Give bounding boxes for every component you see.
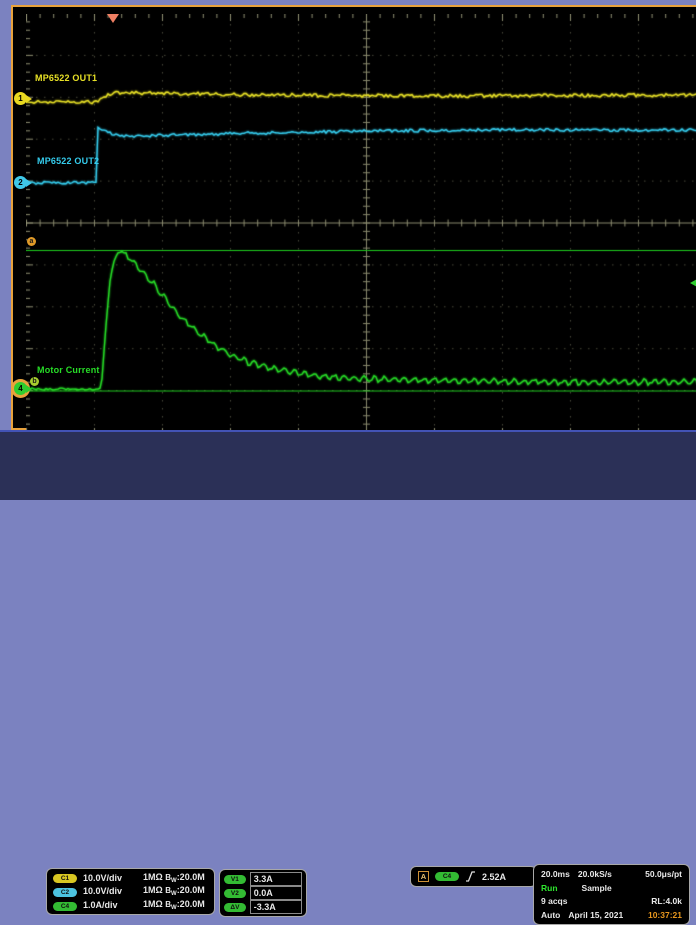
- c2-coupling: 1MΩ BW:20.0M: [143, 885, 208, 897]
- cursor-values-panel[interactable]: V1 3.3A V2 0.0A ΔV -3.3A: [219, 869, 307, 917]
- channel-1-marker[interactable]: 1: [14, 92, 27, 105]
- rising-edge-icon: [465, 870, 476, 883]
- delta-v-badge[interactable]: ΔV: [224, 903, 246, 912]
- cursor-v2-row: V2 0.0A: [224, 886, 302, 900]
- trigger-position-marker-icon[interactable]: [107, 14, 119, 23]
- cursor-v1-row: V1 3.3A: [224, 872, 302, 886]
- status-bar: C1 10.0V/div 1MΩ BW:20.0M C2 10.0V/div 1…: [0, 430, 696, 500]
- trigger-panel[interactable]: A C4 2.52A: [410, 866, 537, 887]
- channel-row-c1[interactable]: C1 10.0V/div 1MΩ BW:20.0M: [53, 872, 208, 884]
- left-bezel: [0, 0, 11, 500]
- c1-coupling: 1MΩ BW:20.0M: [143, 872, 208, 884]
- channel-row-c2[interactable]: C2 10.0V/div 1MΩ BW:20.0M: [53, 885, 208, 897]
- ch1-trace-label: MP6522 OUT1: [35, 73, 97, 83]
- acquisition-panel[interactable]: 20.0ms 20.0kS/s 50.0μs/pt Run Sample 9 a…: [533, 864, 690, 925]
- timebase: 20.0ms: [541, 869, 570, 879]
- trigger-source-badge[interactable]: C4: [435, 872, 459, 881]
- delta-v-value: -3.3A: [250, 900, 302, 914]
- ch4-trace-label: Motor Current: [37, 365, 100, 375]
- v1-badge[interactable]: V1: [224, 875, 246, 884]
- acq-count: 9 acqs: [541, 896, 567, 906]
- time: 10:37:21: [648, 910, 682, 920]
- ch2-trace-label: MP6522 OUT2: [37, 156, 99, 166]
- resolution: 50.0μs/pt: [645, 869, 682, 879]
- c2-badge[interactable]: C2: [53, 888, 77, 897]
- cursor-b-handle[interactable]: b: [30, 377, 39, 386]
- waveform-canvas: [26, 14, 696, 435]
- trigger-mode: Auto: [541, 910, 560, 920]
- trigger-level: 2.52A: [482, 872, 506, 882]
- c4-coupling: 1MΩ BW:20.0M: [143, 899, 208, 911]
- v1-value: 3.3A: [250, 872, 302, 886]
- c1-badge[interactable]: C1: [53, 874, 77, 883]
- c2-scale: 10.0V/div: [83, 886, 143, 896]
- run-state: Run: [541, 883, 558, 893]
- timebase-row: 20.0ms 20.0kS/s 50.0μs/pt: [541, 869, 682, 879]
- v2-value: 0.0A: [250, 886, 302, 900]
- sample-rate: 20.0kS/s: [578, 869, 612, 879]
- cursor-a-handle[interactable]: a: [27, 237, 36, 246]
- c4-scale: 1.0A/div: [83, 900, 143, 910]
- channel-settings-panel[interactable]: C1 10.0V/div 1MΩ BW:20.0M C2 10.0V/div 1…: [46, 868, 215, 915]
- acqs-row: 9 acqs RL:4.0k: [541, 896, 682, 906]
- channel-row-c4[interactable]: C4 1.0A/div 1MΩ BW:20.0M: [53, 899, 208, 911]
- date: April 15, 2021: [568, 910, 623, 920]
- trigger-a-badge[interactable]: A: [418, 871, 429, 882]
- record-length: RL:4.0k: [651, 896, 682, 906]
- channel-2-marker[interactable]: 2: [14, 176, 27, 189]
- scope-display: MP6522 OUT1 MP6522 OUT2 Motor Current 1 …: [11, 5, 696, 430]
- c4-badge[interactable]: C4: [53, 902, 77, 911]
- run-row: Run Sample: [541, 883, 682, 893]
- acq-mode: Sample: [582, 883, 612, 893]
- c1-scale: 10.0V/div: [83, 873, 143, 883]
- datetime-row: Auto April 15, 2021 10:37:21: [541, 910, 682, 920]
- channel-4-marker[interactable]: 4: [14, 382, 27, 395]
- v2-badge[interactable]: V2: [224, 889, 246, 898]
- trigger-level-arrow-icon[interactable]: [690, 278, 696, 288]
- cursor-delta-row: ΔV -3.3A: [224, 900, 302, 914]
